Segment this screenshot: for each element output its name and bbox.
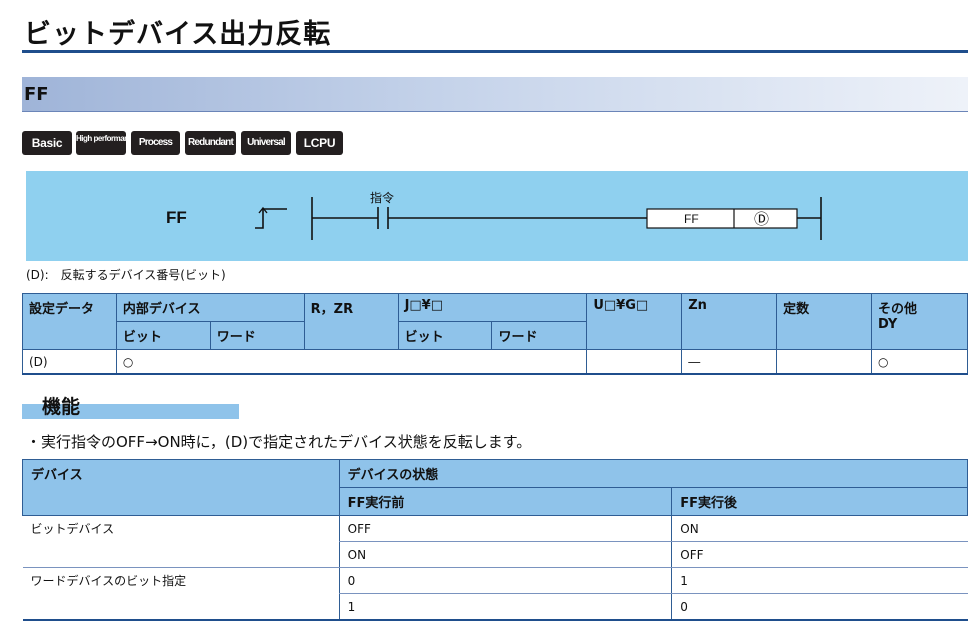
cell-u-device	[586, 349, 683, 375]
device-table: 設定データ 内部デバイス R，ZR J□¥□ U□¥G□ Zn 定数 その他 DY…	[22, 293, 968, 375]
header-other: その他 DY	[871, 293, 968, 350]
cell-after: 1	[671, 567, 968, 594]
cell-after: ON	[671, 515, 968, 542]
cell-device	[22, 541, 340, 568]
badge-basic: Basic	[22, 131, 72, 155]
header-setting-data: 設定データ	[22, 293, 117, 350]
cell-device: ビットデバイス	[30, 522, 115, 537]
badge-universal: Universal	[241, 131, 291, 155]
badge-lcpu: LCPU	[296, 131, 343, 155]
cell-after: OFF	[671, 541, 968, 568]
cell-before: OFF	[338, 515, 672, 542]
operand-d-icon: Ⓓ	[754, 210, 769, 228]
cell-setting-data: (D)	[22, 349, 117, 375]
header-before: FF実行前	[338, 487, 673, 516]
ladder-svg: FF 指令 FF Ⓓ	[166, 190, 822, 240]
header-internal-bit: ビット	[115, 321, 211, 350]
ladder-label: FF	[166, 208, 187, 227]
table-row: ワードデバイスのビット指定 0 1	[23, 567, 968, 594]
table-row: ビットデバイス OFF ON	[23, 515, 968, 542]
header-r-zr: R，ZR	[303, 293, 399, 350]
header-device-state: デバイスの状態	[338, 459, 969, 488]
cell-internal-bit: ○	[115, 349, 588, 375]
ladder-diagram: FF 指令 FF Ⓓ	[26, 171, 968, 261]
table-row: 1 0	[22, 593, 968, 621]
badge-high-performance: High performance	[76, 131, 126, 155]
cell-device: ワードデバイスのビット指定	[30, 574, 187, 589]
cell-constant	[776, 349, 873, 375]
header-other-label: その他	[878, 302, 918, 317]
cell-device	[22, 593, 340, 621]
contact-label: 指令	[370, 190, 394, 205]
header-zn: Zn	[681, 293, 778, 350]
section-name: FF	[24, 84, 49, 105]
cell-after: 0	[671, 593, 968, 621]
header-j-device: J□¥□	[397, 293, 588, 322]
header-other-dy: DY	[878, 317, 898, 332]
header-after: FF実行後	[671, 487, 968, 516]
table-row: ON OFF	[22, 541, 968, 568]
operand-note: (D): 反転するデバイス番号(ビット)	[26, 268, 226, 282]
device-state-table: デバイス デバイスの状態 FF実行前 FF実行後 ビットデバイス OFF ON …	[22, 459, 969, 621]
badge-redundant: Redundant	[185, 131, 236, 155]
function-description: ・実行指令のOFF→ON時に，(D)で指定されたデバイス状態を反転します。	[26, 433, 532, 451]
header-u-device: U□¥G□	[586, 293, 683, 350]
header-j-word: ワード	[491, 321, 588, 350]
badge-process: Process	[131, 131, 180, 155]
header-internal-word: ワード	[209, 321, 305, 350]
cell-before: 0	[338, 567, 672, 594]
function-title: 機能	[42, 396, 81, 418]
page-title: ビットデバイス出力反転	[24, 19, 332, 50]
table-row: (D) ○ ― ○	[22, 349, 968, 375]
instruction-box	[646, 208, 798, 229]
cell-other: ○	[871, 349, 968, 375]
section-header-bar	[22, 77, 968, 112]
instruction-name: FF	[684, 212, 699, 226]
header-internal-device: 内部デバイス	[115, 293, 305, 322]
title-rule	[22, 50, 968, 53]
cell-zn: ―	[681, 349, 778, 375]
cell-before: 1	[338, 593, 672, 621]
header-j-bit: ビット	[397, 321, 493, 350]
header-constant: 定数	[776, 293, 873, 350]
header-device: デバイス	[22, 459, 340, 516]
cell-before: ON	[338, 541, 672, 568]
